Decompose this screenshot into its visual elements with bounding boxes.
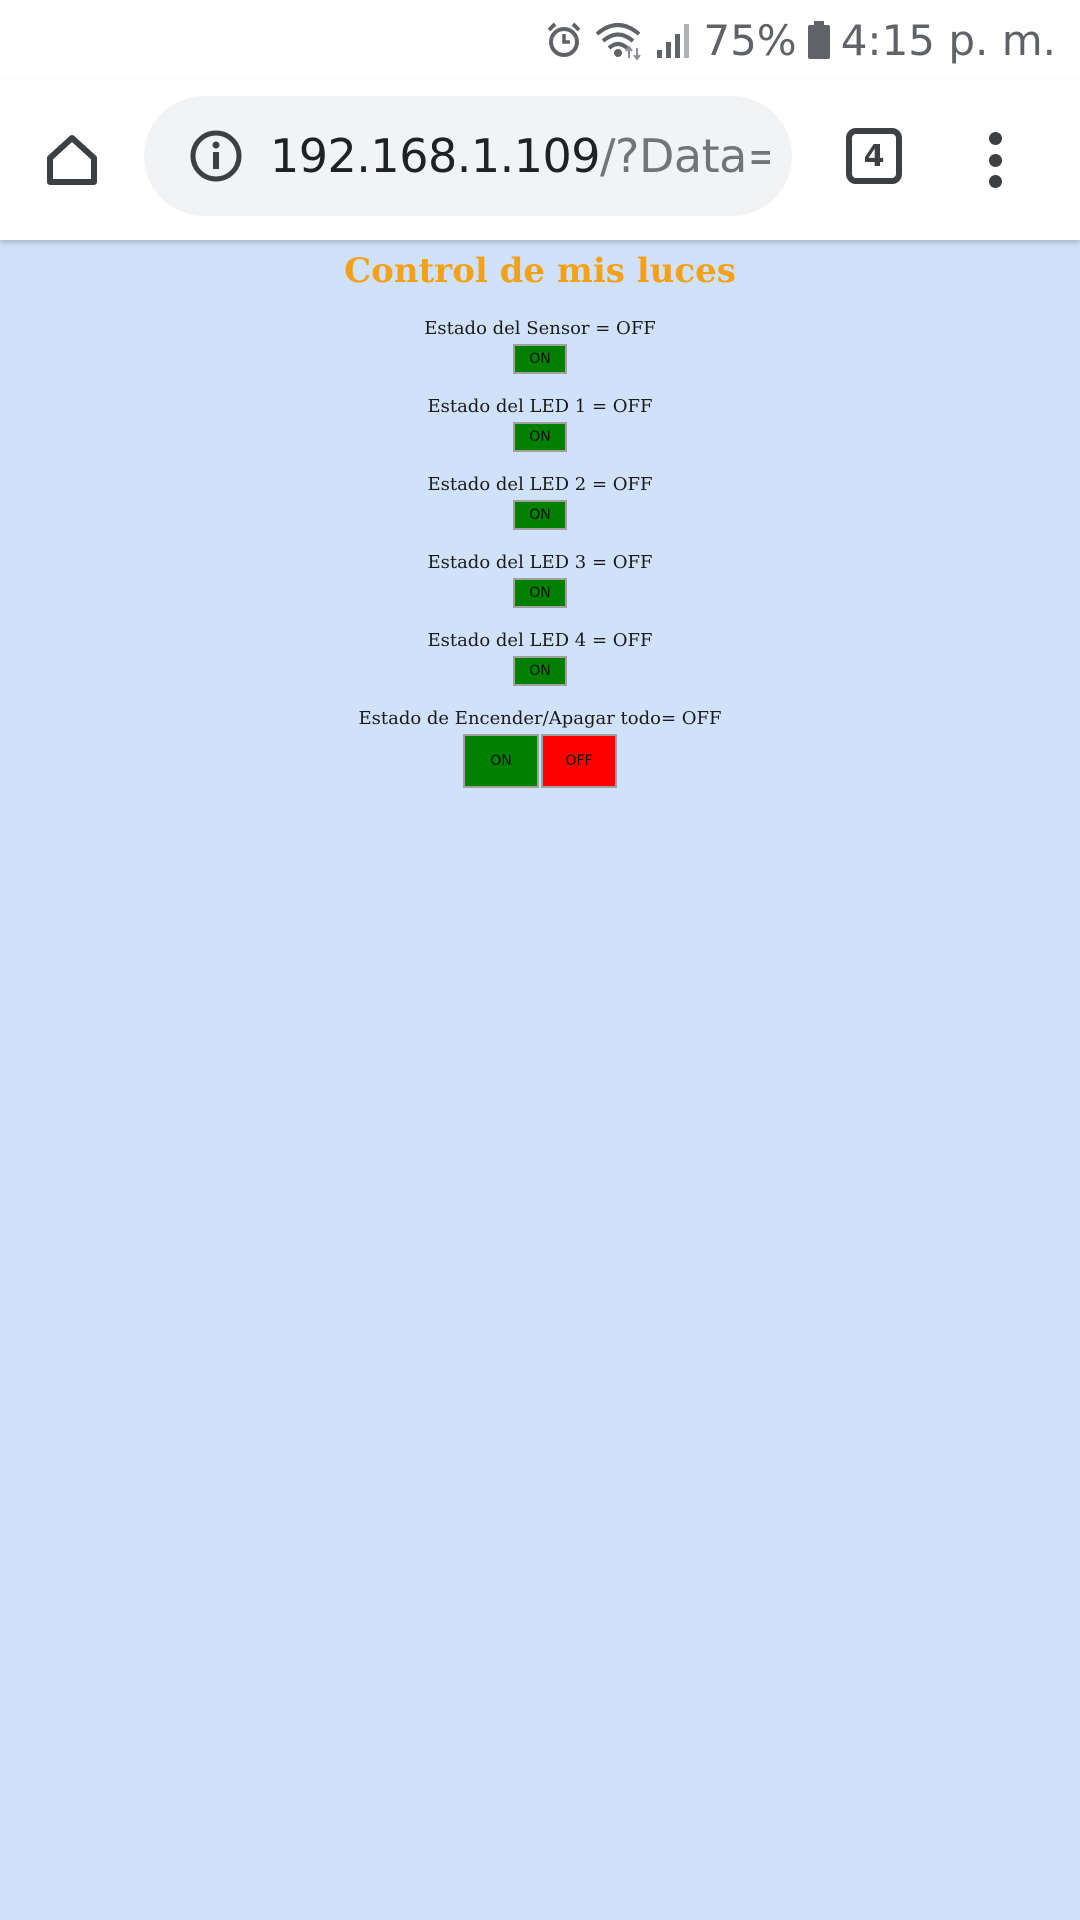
menu-icon: [988, 132, 1002, 145]
sensor-on-button[interactable]: ON: [513, 344, 567, 374]
led3-on-button[interactable]: ON: [513, 578, 567, 608]
sensor-control: Estado del Sensor = OFF ON: [0, 318, 1080, 374]
page-content: Control de mis luces Estado del Sensor =…: [0, 240, 1080, 788]
led2-status-label: Estado del LED 2 = OFF: [427, 474, 653, 495]
led3-control: Estado del LED 3 = OFF ON: [0, 552, 1080, 608]
all-on-button[interactable]: ON: [463, 734, 539, 788]
home-button[interactable]: [36, 124, 108, 196]
led4-status-label: Estado del LED 4 = OFF: [427, 630, 653, 651]
led2-control: Estado del LED 2 = OFF ON: [0, 474, 1080, 530]
all-lights-buttons: ON OFF: [0, 734, 1080, 788]
battery-percent: 75%: [703, 15, 797, 65]
home-icon: [47, 135, 97, 185]
page-title: Control de mis luces: [344, 251, 736, 291]
led1-control: Estado del LED 1 = OFF ON: [0, 396, 1080, 452]
all-off-button[interactable]: OFF: [541, 734, 617, 788]
address-bar[interactable]: 192.168.1.109/?Data=2: [144, 96, 792, 216]
sensor-status-label: Estado del Sensor = OFF: [424, 318, 656, 339]
battery-icon: [807, 20, 831, 60]
all-lights-status-label: Estado de Encender/Apagar todo= OFF: [358, 708, 722, 729]
all-lights-control: Estado de Encender/Apagar todo= OFF ON OF…: [0, 708, 1080, 788]
wifi-icon: [593, 20, 643, 60]
url-text[interactable]: 192.168.1.109/?Data=2: [270, 129, 770, 183]
status-bar: 75% 4:15 p. m.: [0, 0, 1080, 80]
browser-toolbar: 192.168.1.109/?Data=2 4: [0, 80, 1080, 240]
status-icons: 75% 4:15 p. m.: [545, 0, 1056, 80]
info-icon[interactable]: [188, 128, 244, 184]
clock: 4:15 p. m.: [840, 15, 1056, 65]
led4-control: Estado del LED 4 = OFF ON: [0, 630, 1080, 686]
menu-button[interactable]: [970, 132, 1020, 188]
url-path: /?Data=2: [600, 129, 770, 183]
led2-on-button[interactable]: ON: [513, 500, 567, 530]
tab-switcher-button[interactable]: 4: [846, 128, 902, 184]
led1-status-label: Estado del LED 1 = OFF: [427, 396, 653, 417]
url-host: 192.168.1.109: [270, 129, 601, 183]
led4-on-button[interactable]: ON: [513, 656, 567, 686]
led3-status-label: Estado del LED 3 = OFF: [427, 552, 653, 573]
signal-icon: [653, 20, 693, 60]
alarm-icon: [545, 21, 583, 59]
led1-on-button[interactable]: ON: [513, 422, 567, 452]
